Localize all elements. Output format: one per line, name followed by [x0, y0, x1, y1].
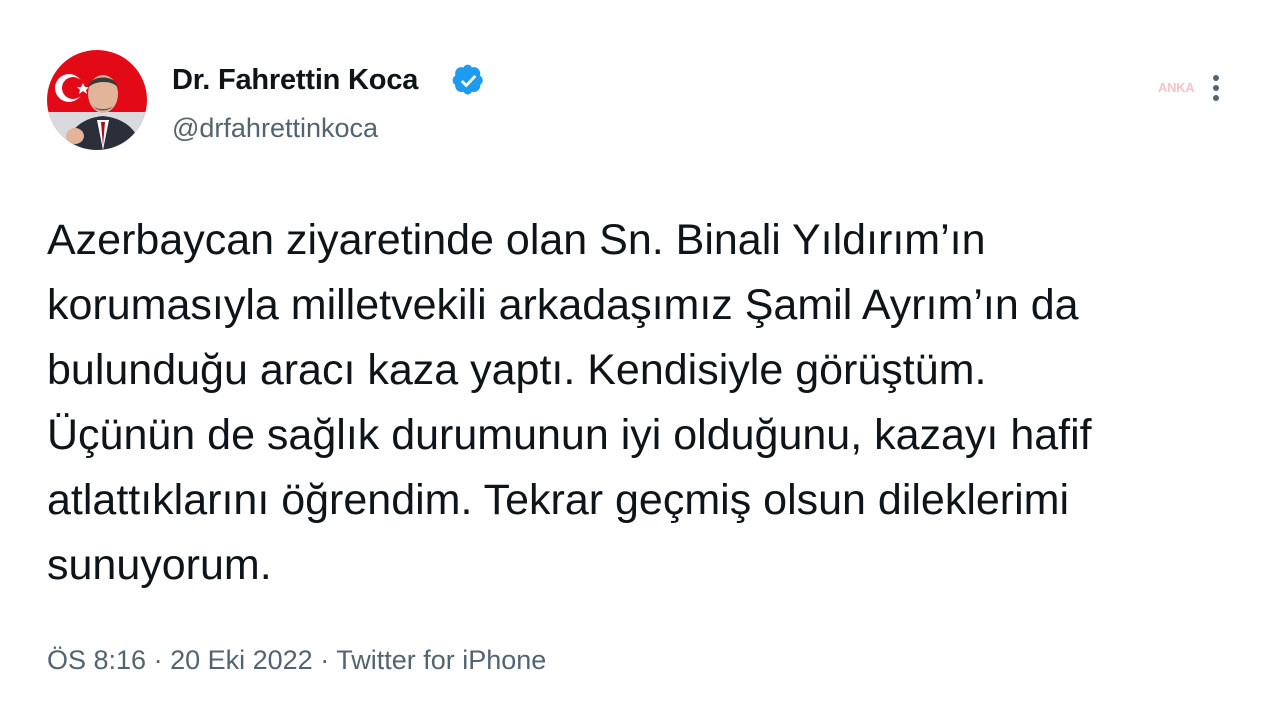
- tweet-text-line: Üçünün de sağlık durumunun iyi olduğunu,…: [47, 411, 1092, 459]
- watermark-logo: ANKA: [1158, 80, 1195, 95]
- author-handle[interactable]: @drfahrettinkoca: [172, 113, 378, 144]
- tweet-text-line: korumasıyla milletvekili arkadaşımız Şam…: [47, 281, 1079, 329]
- tweet-card: Dr. Fahrettin Koca @drfahrettinkoca ANKA…: [0, 0, 1280, 720]
- tweet-metadata: ÖS 8:16 · 20 Eki 2022 · Twitter for iPho…: [47, 645, 546, 676]
- tweet-time[interactable]: ÖS 8:16: [47, 645, 146, 675]
- tweet-text: Azerbaycan ziyaretinde olan Sn. Binali Y…: [47, 208, 1237, 598]
- author-display-name[interactable]: Dr. Fahrettin Koca: [172, 64, 418, 97]
- avatar-image: [47, 50, 147, 150]
- tweet-text-line: Azerbaycan ziyaretinde olan Sn. Binali Y…: [47, 216, 986, 264]
- tweet-text-line: atlattıklarını öğrendim. Tekrar geçmiş o…: [47, 476, 1070, 524]
- tweet-text-line: bulunduğu aracı kaza yaptı. Kendisiyle g…: [47, 346, 987, 394]
- more-options-icon[interactable]: [1196, 70, 1236, 106]
- meta-separator: ·: [320, 645, 330, 675]
- tweet-source-link[interactable]: Twitter for iPhone: [336, 645, 546, 675]
- verified-badge-icon: [452, 64, 483, 95]
- tweet-text-line: sunuyorum.: [47, 541, 272, 589]
- tweet-date[interactable]: 20 Eki 2022: [170, 645, 313, 675]
- meta-separator: ·: [153, 645, 163, 675]
- author-avatar[interactable]: [47, 50, 147, 150]
